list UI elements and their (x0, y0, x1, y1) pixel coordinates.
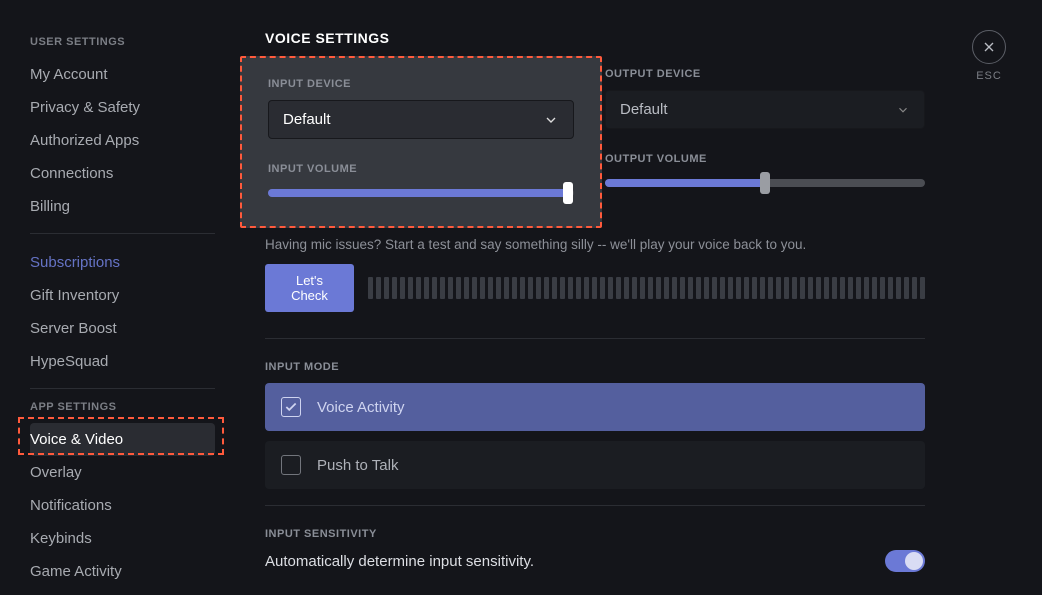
section-divider (265, 338, 925, 339)
input-mode-label: INPUT MODE (265, 361, 925, 373)
nav-separator (30, 388, 215, 389)
page-title: VOICE SETTINGS (265, 30, 925, 46)
mic-test-help: Having mic issues? Start a test and say … (265, 237, 925, 252)
chevron-down-icon (896, 103, 910, 117)
mode-label: Voice Activity (317, 399, 405, 416)
nav-server-boost[interactable]: Server Boost (30, 312, 215, 345)
nav-authorized-apps[interactable]: Authorized Apps (30, 124, 215, 157)
close-container: ESC (972, 30, 1006, 82)
checkbox-checked-icon (281, 397, 301, 417)
esc-label: ESC (972, 70, 1006, 82)
mode-voice-activity[interactable]: Voice Activity (265, 383, 925, 431)
output-volume-label: OUTPUT VOLUME (605, 153, 925, 165)
output-device-label: OUTPUT DEVICE (605, 68, 925, 80)
output-volume-slider[interactable] (605, 179, 925, 187)
slider-thumb[interactable] (563, 182, 573, 204)
nav-privacy-safety[interactable]: Privacy & Safety (30, 91, 215, 124)
nav-overlay[interactable]: Overlay (30, 456, 215, 489)
input-volume-slider[interactable] (268, 189, 574, 197)
slider-thumb[interactable] (760, 172, 770, 194)
nav-game-activity[interactable]: Game Activity (30, 555, 215, 588)
nav-subscriptions[interactable]: Subscriptions (30, 246, 215, 279)
nav-voice-video[interactable]: Voice & Video (30, 423, 215, 456)
section-divider (265, 505, 925, 506)
auto-sensitivity-toggle[interactable] (885, 550, 925, 572)
input-device-label: INPUT DEVICE (268, 78, 574, 90)
chevron-down-icon (543, 112, 559, 128)
nav-notifications[interactable]: Notifications (30, 489, 215, 522)
input-device-value: Default (283, 111, 331, 128)
nav-my-account[interactable]: My Account (30, 58, 215, 91)
checkbox-empty-icon (281, 455, 301, 475)
user-settings-header: USER SETTINGS (30, 36, 215, 48)
mic-level-meter (368, 277, 925, 299)
auto-sensitivity-text: Automatically determine input sensitivit… (265, 553, 534, 570)
nav-connections[interactable]: Connections (30, 157, 215, 190)
lets-check-button[interactable]: Let's Check (265, 264, 354, 312)
annotation-highlight-input: INPUT DEVICE Default INPUT VOLUME (240, 56, 602, 228)
output-device-value: Default (620, 101, 668, 118)
nav-gift-inventory[interactable]: Gift Inventory (30, 279, 215, 312)
nav-hypesquad[interactable]: HypeSquad (30, 345, 215, 378)
settings-sidebar: USER SETTINGS My Account Privacy & Safet… (0, 0, 225, 595)
close-button[interactable] (972, 30, 1006, 64)
mode-label: Push to Talk (317, 457, 398, 474)
input-volume-label: INPUT VOLUME (268, 163, 574, 175)
close-icon (981, 39, 997, 55)
nav-keybinds[interactable]: Keybinds (30, 522, 215, 555)
nav-billing[interactable]: Billing (30, 190, 215, 223)
output-device-select[interactable]: Default (605, 90, 925, 129)
input-sensitivity-label: INPUT SENSITIVITY (265, 528, 925, 540)
input-device-select[interactable]: Default (268, 100, 574, 139)
nav-separator (30, 233, 215, 234)
app-settings-header: APP SETTINGS (30, 401, 215, 413)
mode-push-to-talk[interactable]: Push to Talk (265, 441, 925, 489)
